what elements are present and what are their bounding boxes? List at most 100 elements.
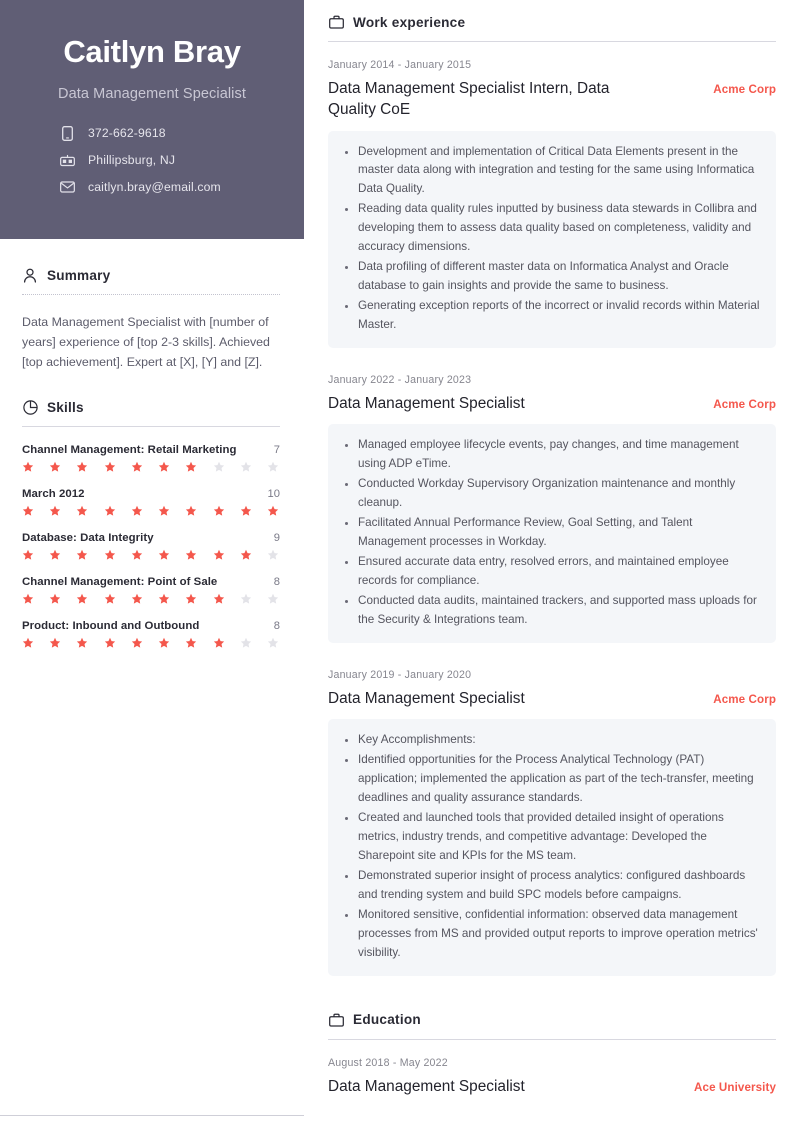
summary-title: Summary <box>47 267 111 283</box>
entry-bullet-card: Development and implementation of Critic… <box>328 130 776 349</box>
work-entry-list: January 2014 - January 2015 Data Manageme… <box>328 59 776 976</box>
star-filled-icon <box>158 638 170 648</box>
education-entry: August 2018 - May 2022 Data Management Sp… <box>328 1057 776 1097</box>
education-title: Education <box>353 1012 421 1027</box>
skill-rating <box>22 461 280 473</box>
skills-header: Skills <box>22 399 280 415</box>
star-filled-icon <box>186 462 197 472</box>
main-content: Work experience January 2014 - January 2… <box>304 0 800 1128</box>
star-filled-icon <box>158 506 170 516</box>
skill-name: Channel Management: Point of Sale <box>22 576 218 589</box>
skill-score: 7 <box>273 444 280 457</box>
entry-organization: Acme Corp <box>713 83 776 96</box>
entry-bullet-card: Key Accomplishments: Identified opportuni… <box>328 719 776 976</box>
skill-rating <box>22 549 280 561</box>
skills-title: Skills <box>47 399 84 415</box>
star-filled-icon <box>131 462 143 472</box>
email-value: caitlyn.bray@email.com <box>88 180 221 195</box>
skill-item: Channel Management: Retail Marketing 7 <box>22 444 280 473</box>
entry-role: Data Management Specialist <box>328 1077 525 1095</box>
summary-section: Summary Data Management Specialist with … <box>22 267 280 372</box>
skill-item: Channel Management: Point of Sale 8 <box>22 576 280 605</box>
skill-score: 9 <box>273 532 280 545</box>
skill-name: Product: Inbound and Outbound <box>22 620 200 633</box>
entry-bullet: Key Accomplishments: <box>342 731 760 750</box>
skill-rating <box>22 593 280 605</box>
star-filled-icon <box>104 462 115 472</box>
summary-divider <box>22 294 280 295</box>
star-filled-icon <box>77 550 88 560</box>
page-title: Caitlyn Bray <box>63 34 241 69</box>
work-experience-section: Work experience January 2014 - January 2… <box>328 14 776 976</box>
entry-bullet: Demonstrated superior insight of process… <box>342 867 760 905</box>
star-filled-icon <box>77 638 88 648</box>
work-experience-divider <box>328 41 776 42</box>
education-header: Education <box>328 1012 776 1028</box>
entry-bullet-card: Managed employee lifecycle events, pay c… <box>328 424 776 643</box>
star-filled-icon <box>22 550 34 560</box>
skill-item: Database: Data Integrity 9 <box>22 532 280 561</box>
entry-bullet: Generating exception reports of the inco… <box>342 297 760 335</box>
entry-organization: Acme Corp <box>713 398 776 412</box>
work-entry: January 2022 - January 2023 Data Manageme… <box>328 374 776 643</box>
entry-heading-row: Data Management Specialist Acme Corp <box>328 393 776 414</box>
entry-heading-row: Data Management Specialist Acme Corp <box>328 688 776 709</box>
resume-page: Caitlyn Bray Data Management Specialist … <box>0 0 800 1128</box>
contact-item-location[interactable]: Phillipsburg, NJ <box>60 153 175 168</box>
star-filled-icon <box>131 506 143 516</box>
sidebar: Caitlyn Bray Data Management Specialist … <box>0 0 304 1128</box>
entry-bullet: Conducted Workday Supervisory Organizati… <box>342 475 760 513</box>
star-filled-icon <box>240 550 251 560</box>
star-empty-icon <box>267 594 279 604</box>
entry-bullet: Data profiling of different master data … <box>342 258 760 296</box>
skill-header-row: Database: Data Integrity 9 <box>22 532 280 544</box>
briefcase-icon <box>328 14 344 30</box>
work-entry: January 2014 - January 2015 Data Manageme… <box>328 59 776 349</box>
star-filled-icon <box>158 594 170 604</box>
contact-item-email[interactable]: caitlyn.bray@email.com <box>60 180 221 195</box>
summary-text: Data Management Specialist with [number … <box>22 315 270 370</box>
location-value: Phillipsburg, NJ <box>88 153 176 168</box>
star-filled-icon <box>213 638 224 648</box>
skill-score: 8 <box>273 620 280 633</box>
contact-item-phone[interactable]: 372-662-9618 <box>60 125 166 141</box>
star-filled-icon <box>131 594 143 604</box>
contact-list: 372-662-9618 Phillipsburg, NJ caitlyn.br… <box>26 125 278 195</box>
summary-header: Summary <box>22 267 280 283</box>
work-experience-header: Work experience <box>328 14 776 30</box>
star-filled-icon <box>50 550 61 560</box>
star-filled-icon <box>104 638 115 648</box>
star-filled-icon <box>158 462 170 472</box>
star-filled-icon <box>77 594 88 604</box>
entry-role: Data Management Specialist <box>328 395 525 413</box>
star-filled-icon <box>104 550 115 560</box>
skills-section: Skills Channel Management: Retail Market… <box>22 399 280 649</box>
entry-role: Data Management Specialist Intern, Data … <box>328 80 610 119</box>
star-filled-icon <box>22 462 34 472</box>
entry-bullet: Managed employee lifecycle events, pay c… <box>342 436 760 474</box>
star-empty-icon <box>240 594 251 604</box>
star-filled-icon <box>158 550 170 560</box>
star-empty-icon <box>240 638 251 648</box>
star-filled-icon <box>77 506 88 516</box>
entry-bullet: Reading data quality rules inputted by b… <box>342 200 760 257</box>
entry-date: January 2014 - January 2015 <box>328 59 472 71</box>
entry-heading-row: Data Management Specialist Intern, Data … <box>328 78 776 121</box>
star-filled-icon <box>22 506 34 516</box>
star-filled-icon <box>50 638 61 648</box>
star-filled-icon <box>186 506 197 516</box>
skill-rating <box>22 637 280 649</box>
skill-item: Product: Inbound and Outbound 8 <box>22 620 280 649</box>
skill-item: March 2012 10 <box>22 488 280 517</box>
star-filled-icon <box>50 506 61 516</box>
education-entry-list: August 2018 - May 2022 Data Management Sp… <box>328 1057 776 1128</box>
star-empty-icon <box>267 638 279 648</box>
skill-header-row: Product: Inbound and Outbound 8 <box>22 620 280 632</box>
star-filled-icon <box>104 506 115 516</box>
entry-role: Data Management Specialist <box>328 689 525 707</box>
education-divider <box>328 1038 776 1040</box>
profile-header: Caitlyn Bray Data Management Specialist … <box>0 0 304 239</box>
sidebar-body: Summary Data Management Specialist with … <box>0 239 304 649</box>
briefcase-icon <box>328 1012 344 1028</box>
pie-chart-icon <box>22 399 38 415</box>
